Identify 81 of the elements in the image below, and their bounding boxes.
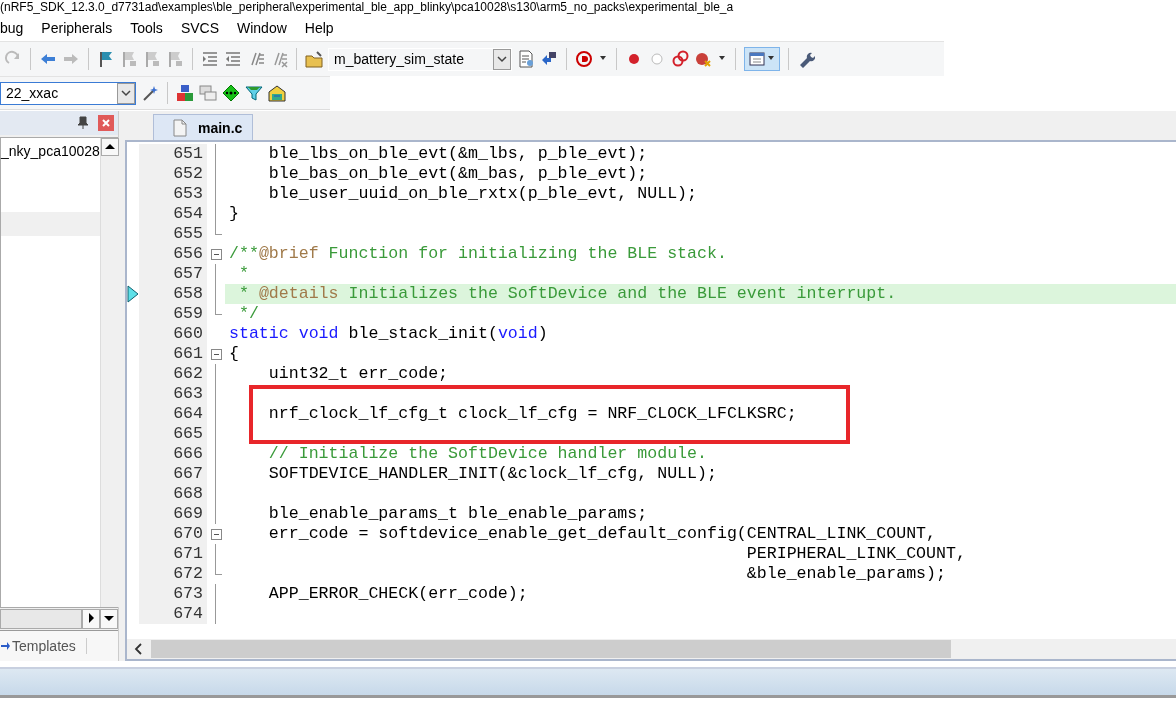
line-number: 672 [139, 564, 207, 584]
scroll-up-icon[interactable] [100, 138, 119, 156]
line-number: 652 [139, 164, 207, 184]
line-number: 656 [139, 244, 207, 264]
linked-circles-icon[interactable] [671, 50, 689, 68]
code-line: static void ble_stack_init(void) [229, 324, 548, 343]
folder-icon[interactable] [305, 50, 323, 68]
line-number: 668 [139, 484, 207, 504]
line-number: 670 [139, 524, 207, 544]
window-button[interactable] [744, 47, 780, 71]
unindent-icon[interactable] [224, 50, 242, 68]
target-dropdown[interactable]: m_battery_sim_state [328, 47, 512, 71]
menu-item[interactable]: SVCS [171, 19, 228, 36]
code-line: nrf_clock_lf_cfg_t clock_lf_cfg = NRF_CLOCK_LFCLKSRC; [267, 404, 797, 423]
indent-icon[interactable] [201, 50, 219, 68]
collapse-icon[interactable] [210, 348, 222, 360]
line-number: 669 [139, 504, 207, 524]
magic-wand-icon[interactable] [141, 84, 159, 102]
line-number: 657 [139, 264, 207, 284]
code-line: ble_user_uuid_on_ble_rxtx(p_ble_evt, NULL); [267, 184, 698, 203]
line-number: 654 [139, 204, 207, 224]
menu-item[interactable]: Window [228, 19, 296, 36]
line-number: 665 [139, 424, 207, 444]
code-line: // Initialize the SoftDevice handler module. [267, 444, 707, 463]
scrollbar-thumb[interactable] [151, 640, 951, 658]
line-number: 664 [139, 404, 207, 424]
line-number: 658 [139, 284, 207, 304]
collapse-icon[interactable] [210, 528, 222, 540]
arrows-icon[interactable] [0, 641, 10, 651]
scrollbar[interactable] [99, 138, 119, 607]
code-line: /**@brief Function for initializing the BLE stack. [229, 244, 727, 263]
scroll-right-icon[interactable] [82, 609, 100, 629]
line-number: 666 [139, 444, 207, 464]
code-line: APP_ERROR_CHECK(err_code); [267, 584, 528, 603]
breakpoint-remove-icon[interactable] [694, 50, 712, 68]
line-number: 655 [139, 224, 207, 244]
pin-icon[interactable] [76, 115, 90, 131]
line-number: 660 [139, 324, 207, 344]
package-icon[interactable] [268, 84, 286, 102]
window-title: (nRF5_SDK_12.3.0_d7731ad\examples\ble_peripheral\experimental_ble_app_blinky\pca10028\s130\arm5_no_packs\experimental_ble_a [0, 0, 734, 14]
code-line: ble_enable_params_t ble_enable_params; [267, 504, 648, 523]
debug-icon[interactable] [575, 50, 593, 68]
line-number: 674 [139, 604, 207, 624]
line-number: 659 [139, 304, 207, 324]
code-line: ble_bas_on_ble_evt(&m_bas, p_ble_evt); [267, 164, 648, 183]
find-in-files-icon[interactable] [517, 50, 535, 68]
line-number: 653 [139, 184, 207, 204]
file-tab[interactable]: main.c [153, 114, 254, 140]
line-number: 667 [139, 464, 207, 484]
menu-item[interactable]: Peripherals [32, 19, 122, 36]
menu-item[interactable]: Tools [121, 19, 172, 36]
code-line: &ble_enable_params); [745, 564, 946, 583]
menu-item[interactable]: bug [0, 19, 33, 36]
code-line: } [229, 204, 239, 223]
code-line: * [237, 264, 249, 283]
blocks-icon[interactable] [176, 84, 194, 102]
horizontal-scrollbar[interactable] [127, 639, 1176, 659]
scroll-down-icon[interactable] [100, 609, 118, 629]
code-line: PERIPHERAL_LINK_COUNT, [745, 544, 966, 563]
diamond-icon[interactable] [222, 84, 240, 102]
window-icon[interactable] [748, 50, 766, 68]
target-dropdown[interactable]: 22_xxac [0, 81, 136, 105]
collapse-icon[interactable] [210, 248, 222, 260]
code-line: * @details Initializes the SoftDevice and the BLE event interrupt. [237, 284, 897, 303]
code-line: SOFTDEVICE_HANDLER_INIT(&clock_lf_cfg, NULL); [267, 464, 717, 483]
line-number: 651 [139, 144, 207, 164]
line-number: 673 [139, 584, 207, 604]
code-line: err_code = softdevice_enable_get_default_config(CENTRAL_LINK_COUNT, [267, 524, 936, 543]
code-line: */ [237, 304, 259, 323]
line-number: 663 [139, 384, 207, 404]
code-line: { [229, 344, 239, 363]
tree-item[interactable]: nky_pca10028_ [1, 138, 100, 162]
flag-icon[interactable] [97, 50, 115, 68]
funnel-icon[interactable] [245, 84, 263, 102]
code-line: ble_lbs_on_ble_evt(&m_lbs, p_ble_evt); [267, 144, 648, 163]
line-number: 671 [139, 544, 207, 564]
code-line: uint32_t err_code; [267, 364, 449, 383]
scrollbar-thumb[interactable] [0, 609, 82, 629]
menu-item[interactable]: Help [295, 19, 343, 36]
line-number: 661 [139, 344, 207, 364]
line-number: 662 [139, 364, 207, 384]
